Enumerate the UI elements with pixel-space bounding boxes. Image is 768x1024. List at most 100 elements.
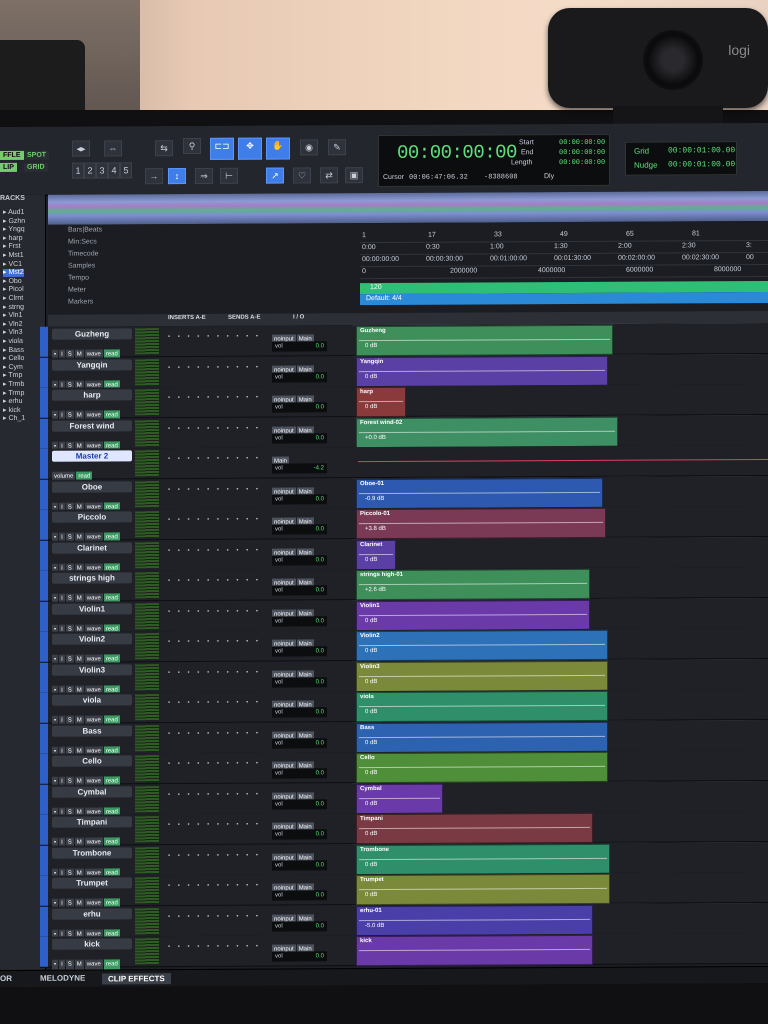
track-name[interactable]: Yangqin: [52, 358, 132, 371]
zoom-preset-button[interactable]: 5: [120, 162, 132, 179]
tracks-list-item[interactable]: ▸ Tmp: [3, 372, 22, 380]
audio-clip[interactable]: erhu-01 -5.0 dB: [356, 904, 593, 936]
insert-slots[interactable]: • • • • • • • • • •: [168, 334, 268, 345]
tracks-list-item[interactable]: ▸ strng: [3, 303, 24, 311]
volume-display[interactable]: vol 0.0: [272, 920, 327, 932]
audio-clip[interactable]: harp 0 dB: [356, 386, 406, 418]
tab-editor[interactable]: OR: [0, 974, 12, 983]
audio-clip[interactable]: Guzheng 0 dB: [356, 324, 613, 357]
tab-melodyne[interactable]: MELODYNE: [40, 974, 85, 983]
audio-clip[interactable]: Bass 0 dB: [356, 721, 608, 753]
insert-slots[interactable]: • • • • • • • • • •: [168, 700, 268, 711]
audio-clip[interactable]: Cello 0 dB: [356, 751, 608, 784]
audio-clip[interactable]: Forest wind-02 +0.0 dB: [356, 416, 618, 448]
volume-display[interactable]: vol 0.0: [272, 432, 327, 444]
track-name[interactable]: Trumpet: [52, 877, 132, 889]
insert-slots[interactable]: • • • • • • • • • •: [168, 364, 268, 375]
session-overview[interactable]: [48, 190, 768, 225]
tracks-list-item[interactable]: ▸ Obo: [3, 278, 22, 286]
insert-slots[interactable]: • • • • • • • • • •: [168, 913, 268, 924]
track-name[interactable]: kick: [52, 938, 132, 950]
tracks-list-item[interactable]: ▸ harp: [3, 235, 22, 243]
volume-display[interactable]: vol 0.0: [272, 707, 327, 718]
end-value[interactable]: 00:00:00:00: [559, 149, 605, 157]
track-name[interactable]: Cello: [52, 755, 132, 767]
insert-slots[interactable]: • • • • • • • • • •: [168, 395, 268, 406]
volume-display[interactable]: vol 0.0: [272, 829, 327, 840]
insert-slots[interactable]: • • • • • • • • • •: [168, 730, 268, 741]
link-icon[interactable]: ⇆: [155, 140, 173, 157]
insert-slots[interactable]: • • • • • • • • • •: [168, 791, 268, 802]
shuffle-mode-button[interactable]: FFLE: [0, 150, 24, 161]
audio-clip[interactable]: Yangqin 0 dB: [356, 355, 608, 387]
audio-clip[interactable]: Trombone 0 dB: [356, 843, 610, 875]
scrubber-tool-icon[interactable]: ◉: [300, 139, 318, 156]
spot-mode-button[interactable]: SPOT: [24, 150, 50, 160]
tab-clip-effects[interactable]: CLIP EFFECTS: [102, 973, 171, 985]
track-button[interactable]: S: [65, 959, 74, 970]
track-name[interactable]: Forest wind: [52, 419, 132, 432]
track-name[interactable]: harp: [52, 389, 132, 401]
insert-slots[interactable]: • • • • • • • • • •: [168, 517, 268, 528]
track-name[interactable]: erhu: [52, 907, 132, 920]
insert-slots[interactable]: • • • • • • • • • •: [168, 852, 268, 863]
volume-display[interactable]: vol 0.0: [272, 493, 327, 505]
mirror-edit-icon[interactable]: ⇒: [195, 167, 213, 184]
insert-slots[interactable]: • • • • • • • • • •: [168, 639, 268, 650]
insert-slots[interactable]: • • • • • • • • • •: [168, 608, 268, 619]
track-name[interactable]: Violin1: [52, 602, 132, 615]
insertion-follows-icon[interactable]: ⊢: [220, 167, 238, 184]
grabber-tool-icon[interactable]: ✋: [266, 137, 290, 160]
insert-slots[interactable]: • • • • • • • • • •: [168, 578, 268, 589]
tracks-list-item[interactable]: ▸ erhu: [3, 398, 22, 406]
loop-icon[interactable]: ⇄: [320, 167, 338, 184]
volume-display[interactable]: vol 0.0: [272, 798, 327, 810]
automation-mode-button[interactable]: read: [103, 959, 120, 970]
insert-slots[interactable]: • • • • • • • • • •: [168, 669, 268, 680]
insert-slots[interactable]: • • • • • • • • • •: [168, 761, 268, 772]
volume-display[interactable]: vol 0.0: [272, 737, 327, 749]
grid-value[interactable]: 00:00:01:00.00: [668, 146, 735, 155]
zoom-preset-button[interactable]: 4: [108, 162, 120, 179]
length-value[interactable]: 00:00:00:00: [559, 159, 605, 167]
tracks-list-item[interactable]: ▸ Mst2: [3, 269, 24, 278]
meter-ruler[interactable]: Default: 4/4: [360, 291, 768, 306]
volume-display[interactable]: vol 0.0: [272, 676, 327, 688]
trim-tool-icon[interactable]: ⊏⊐: [210, 137, 234, 160]
zoom-preset-button[interactable]: 3: [96, 162, 108, 179]
volume-display[interactable]: vol 0.0: [272, 524, 327, 535]
shape-icon[interactable]: ♡: [293, 167, 311, 184]
nudge-back-icon[interactable]: →: [145, 168, 163, 185]
track-name[interactable]: strings high: [52, 572, 132, 584]
tracks-list-item[interactable]: ▸ Vln3: [3, 329, 22, 337]
volume-display[interactable]: vol -4.2: [272, 463, 327, 474]
slip-mode-button[interactable]: LIP: [0, 162, 17, 173]
tracks-list-item[interactable]: ▸ Frst: [3, 243, 21, 251]
insert-slots[interactable]: • • • • • • • • • •: [168, 822, 268, 833]
volume-display[interactable]: vol 0.0: [272, 371, 327, 383]
volume-display[interactable]: vol 0.0: [272, 402, 327, 413]
track-name[interactable]: Piccolo: [52, 511, 132, 523]
tracks-list-item[interactable]: ▸ Vln1: [3, 312, 22, 320]
insert-slots[interactable]: • • • • • • • • • •: [168, 547, 268, 558]
audio-clip[interactable]: strings high-01 +2.6 dB: [356, 568, 590, 601]
volume-display[interactable]: vol 0.0: [272, 554, 327, 566]
track-view-button[interactable]: wave: [84, 959, 103, 970]
tracks-list-item[interactable]: ▸ Trmp: [3, 389, 24, 397]
tracks-list-item[interactable]: ▸ Vln2: [3, 321, 22, 329]
insert-slots[interactable]: • • • • • • • • • •: [168, 456, 268, 467]
volume-display[interactable]: vol 0.0: [272, 585, 327, 596]
search-icon[interactable]: ⚲: [183, 137, 201, 155]
tracks-list-item[interactable]: ▸ Cello: [3, 355, 24, 363]
audio-clip[interactable]: Oboe-01 -0.9 dB: [356, 477, 603, 509]
tracks-list-item[interactable]: ▸ Mst1: [3, 252, 24, 260]
track-button[interactable]: M: [74, 959, 84, 970]
volume-display[interactable]: vol 0.0: [272, 768, 327, 779]
grid-mode-button[interactable]: GRID: [24, 162, 48, 172]
audio-clip[interactable]: viola 0 dB: [356, 690, 608, 723]
volume-display[interactable]: vol 0.0: [272, 859, 327, 871]
audio-clip[interactable]: Clarinet 0 dB: [356, 539, 396, 570]
track-name[interactable]: Trombone: [52, 846, 132, 859]
audio-clip[interactable]: Violin1 0 dB: [356, 599, 590, 631]
tracks-list-item[interactable]: ▸ Ch_1: [3, 415, 25, 423]
